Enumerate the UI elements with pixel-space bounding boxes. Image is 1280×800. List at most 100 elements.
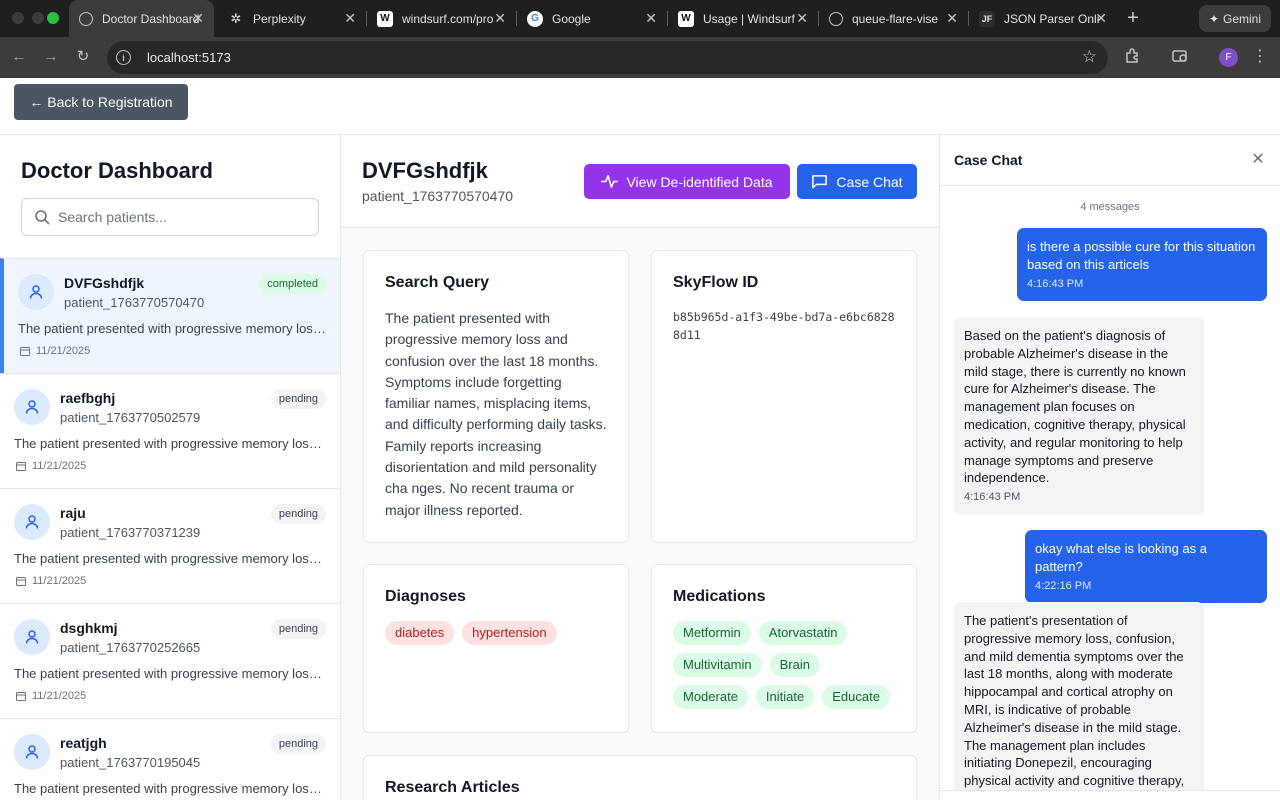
calendar-icon [16,577,26,586]
sidebar-title: Doctor Dashboard [21,158,213,183]
chat-header: Case Chat ✕ [940,135,1280,186]
tab-close-icon[interactable]: ✕ [344,10,356,26]
skyflow-id-value: b85b965d-a1f3-49be-bd7a-e6bc68288d11 [673,310,895,342]
calendar-icon [16,462,26,471]
diagnosis-tags: diabetes hypertension [385,621,610,645]
avatar [14,389,50,425]
tab-queue-flare[interactable]: queue-flare-vise ✕ [819,0,968,37]
tab-json-parser[interactable]: JF JSON Parser Onli ✕ [969,0,1117,37]
medication-tag: Initiate [755,685,815,709]
patient-header: DVFGshdfjk patient_1763770570470 View De… [341,135,939,228]
search-input[interactable] [58,209,298,225]
date-text: 11/21/2025 [32,575,87,587]
patient-name: dsghkmj [60,620,118,636]
user-icon [25,630,39,644]
extensions-icon[interactable] [1123,47,1143,67]
tab-perplexity[interactable]: ✲ Perplexity ✕ [218,0,366,37]
medication-tag: Moderate [673,685,748,709]
avatar [14,504,50,540]
medication-tag: Educate [822,685,890,709]
site-info-icon[interactable]: i [116,50,131,65]
user-icon [29,285,43,299]
diagnosis-tag: diabetes [385,621,455,645]
patient-list-item[interactable]: dsghkmj patient_1763770252665 pending Th… [0,603,340,718]
gemini-button[interactable]: ✦ Gemini [1199,5,1271,32]
message-time: 4:22:16 PM [1035,579,1092,592]
patient-search-box[interactable] [21,198,319,236]
patient-description: The patient presented with progressive m… [14,436,326,451]
window-minimize-button[interactable] [32,12,44,24]
tab-close-icon[interactable]: ✕ [192,10,204,26]
medications-card: Medications Metformin Atorvastatin Multi… [651,564,917,733]
browser-menu-icon[interactable]: ⋮ [1250,47,1270,67]
medication-tag: Metformin [673,621,751,645]
media-control-icon[interactable] [1170,47,1190,67]
tab-close-icon[interactable]: ✕ [796,10,808,26]
chat-message-assistant: Based on the patient's diagnosis of prob… [954,317,1204,515]
status-badge: pending [270,734,326,754]
patient-date: 11/21/2025 [16,460,86,472]
chat-title: Case Chat [954,152,1023,168]
gemini-label: Gemini [1223,11,1262,26]
patient-sidebar: Doctor Dashboard DVFGshdfjk patient_1763… [0,135,341,800]
date-text: 11/21/2025 [32,460,87,472]
calendar-icon [20,347,30,356]
patient-description: The patient presented with progressive m… [18,321,330,336]
patient-list-item[interactable]: raefbghj patient_1763770502579 pending T… [0,373,340,488]
tab-windsurf-usage[interactable]: W Usage | Windsurf ✕ [668,0,818,37]
view-deidentified-data-button[interactable]: View De-identified Data [584,164,790,199]
patient-date: 11/21/2025 [16,575,86,587]
patient-list-item[interactable]: raju patient_1763770371239 pending The p… [0,488,340,603]
tab-label: Google [552,11,591,26]
tab-windsurf-pro[interactable]: W windsurf.com/pro ✕ [367,0,516,37]
patient-list: DVFGshdfjk patient_1763770570470 complet… [0,258,340,800]
avatar [14,619,50,655]
search-query-card: Search Query The patient presented with … [363,250,629,543]
forward-arrow-icon[interactable]: → [41,47,61,67]
message-time: 4:16:43 PM [964,491,1021,504]
browser-tab-bar: Doctor Dashboard ✕ ✲ Perplexity ✕ W wind… [0,0,1280,37]
patient-date: 11/21/2025 [16,690,86,702]
reload-icon[interactable]: ↻ [73,47,93,67]
sparkle-icon: ✦ [1208,11,1220,26]
patient-list-item[interactable]: reatjgh patient_1763770195045 pending Th… [0,718,340,800]
tab-close-icon[interactable]: ✕ [1095,10,1107,26]
tab-close-icon[interactable]: ✕ [645,10,657,26]
page-top-bar: ← Back to Registration [0,78,1280,135]
tab-close-icon[interactable]: ✕ [494,10,506,26]
new-tab-icon[interactable]: + [1124,8,1142,28]
user-icon [25,400,39,414]
patient-description: The patient presented with progressive m… [14,666,326,681]
patient-list-item[interactable]: DVFGshdfjk patient_1763770570470 complet… [0,258,340,373]
tab-label: queue-flare-vise [852,11,939,26]
back-to-registration-button[interactable]: ← Back to Registration [14,84,188,120]
tab-label: Perplexity [253,11,306,26]
tab-close-icon[interactable]: ✕ [946,10,958,26]
patient-id: patient_1763770570470 [64,295,205,310]
message-text: The patient's presentation of progressiv… [964,613,1185,789]
window-zoom-button[interactable] [47,12,59,24]
chat-input-area [940,790,1280,800]
windsurf-icon: W [678,10,694,27]
button-label: Case Chat [836,173,903,190]
tab-label: windsurf.com/pro [402,11,494,26]
window-close-button[interactable] [12,12,24,24]
profile-avatar[interactable]: F [1219,48,1238,67]
case-chat-panel: Case Chat ✕ 4 messages is there a possib… [939,135,1280,800]
patient-detail-panel: DVFGshdfjk patient_1763770570470 View De… [341,135,939,800]
url-text: localhost:5173 [147,50,231,65]
address-bar[interactable]: i localhost:5173 ☆ [107,41,1108,74]
back-arrow-icon[interactable]: ← [9,47,29,67]
patient-name: reatjgh [60,735,107,751]
bookmark-star-icon[interactable]: ☆ [1082,47,1097,67]
close-icon[interactable]: ✕ [1250,152,1266,168]
case-chat-button[interactable]: Case Chat [797,164,917,199]
google-icon: G [527,10,543,27]
tab-google[interactable]: G Google ✕ [517,0,667,37]
page-title: DVFGshdfjk [362,158,488,183]
patient-name: DVFGshdfjk [64,275,145,291]
tab-doctor-dashboard[interactable]: Doctor Dashboard ✕ [69,0,214,37]
status-badge: pending [270,619,326,639]
patient-id: patient_1763770371239 [60,525,201,540]
diagnosis-tag: hypertension [462,621,557,645]
